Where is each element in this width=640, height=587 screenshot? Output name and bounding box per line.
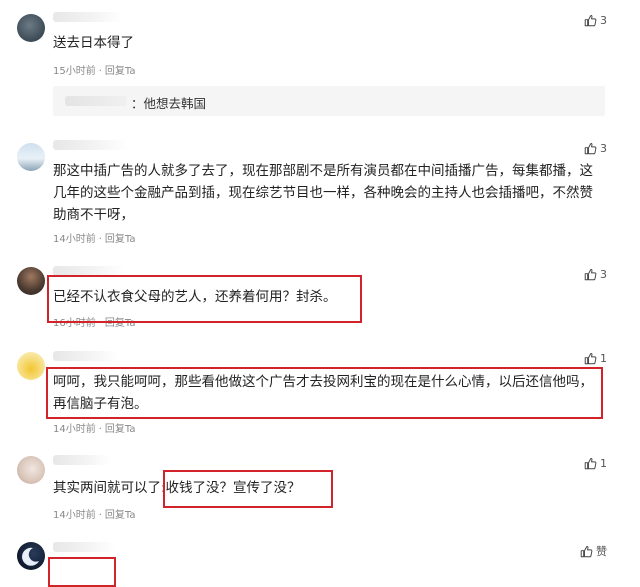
comment-time: 15小时前 (53, 66, 96, 77)
avatar[interactable] (17, 267, 45, 295)
highlight-box (48, 557, 116, 587)
reply-link[interactable]: 回复Ta (105, 510, 136, 521)
comment-time: 14小时前 (53, 424, 96, 435)
like-button[interactable]: 赞 (580, 543, 607, 559)
reply-preview[interactable]: ：他想去韩国 (53, 86, 605, 116)
like-button[interactable]: 3 (584, 14, 607, 27)
username-blurred[interactable] (53, 140, 128, 150)
comment-meta: 14小时前 · 回复Ta (53, 424, 136, 435)
username-blurred[interactable] (53, 455, 111, 465)
comment-time: 14小时前 (53, 234, 96, 245)
comment-text: 那这中插广告的人就多了去了，现在那部剧不是所有演员都在中间插播广告，每集都播，这… (53, 163, 593, 223)
username-blurred[interactable] (53, 12, 123, 22)
like-count: 3 (600, 268, 607, 281)
like-button[interactable]: 1 (584, 457, 607, 470)
avatar[interactable] (17, 352, 45, 380)
username-blurred[interactable] (53, 542, 115, 552)
avatar[interactable] (17, 14, 45, 42)
like-button[interactable]: 3 (584, 142, 607, 155)
avatar[interactable] (17, 542, 45, 570)
like-count: 3 (600, 14, 607, 27)
comment-meta: 14小时前 · 回复Ta (53, 510, 136, 521)
highlight-box (163, 470, 333, 508)
reply-link[interactable]: 回复Ta (105, 424, 136, 435)
like-count: 1 (600, 352, 607, 365)
thumbs-up-icon (580, 545, 593, 557)
comment-meta: 14小时前 · 回复Ta (53, 234, 136, 245)
avatar[interactable] (17, 456, 45, 484)
highlight-box (46, 367, 603, 419)
username-blurred[interactable] (53, 351, 118, 361)
like-button[interactable]: 1 (584, 352, 607, 365)
reply-username-blurred (65, 96, 127, 106)
comment-time: 14小时前 (53, 510, 96, 521)
thumbs-up-icon (584, 15, 597, 27)
like-count: 3 (600, 142, 607, 155)
like-label: 赞 (596, 545, 607, 558)
moon-icon (22, 547, 39, 566)
thumbs-up-icon (584, 458, 597, 470)
like-button[interactable]: 3 (584, 268, 607, 281)
reply-text: ：他想去韩国 (131, 96, 207, 111)
comment-text: 送去日本得了 (53, 35, 134, 51)
comment-meta: 15小时前 · 回复Ta (53, 66, 136, 77)
reply-link[interactable]: 回复Ta (105, 234, 136, 245)
thumbs-up-icon (584, 353, 597, 365)
highlight-box (47, 275, 362, 323)
like-count: 1 (600, 457, 607, 470)
thumbs-up-icon (584, 143, 597, 155)
thumbs-up-icon (584, 269, 597, 281)
avatar[interactable] (17, 143, 45, 171)
reply-link[interactable]: 回复Ta (105, 66, 136, 77)
